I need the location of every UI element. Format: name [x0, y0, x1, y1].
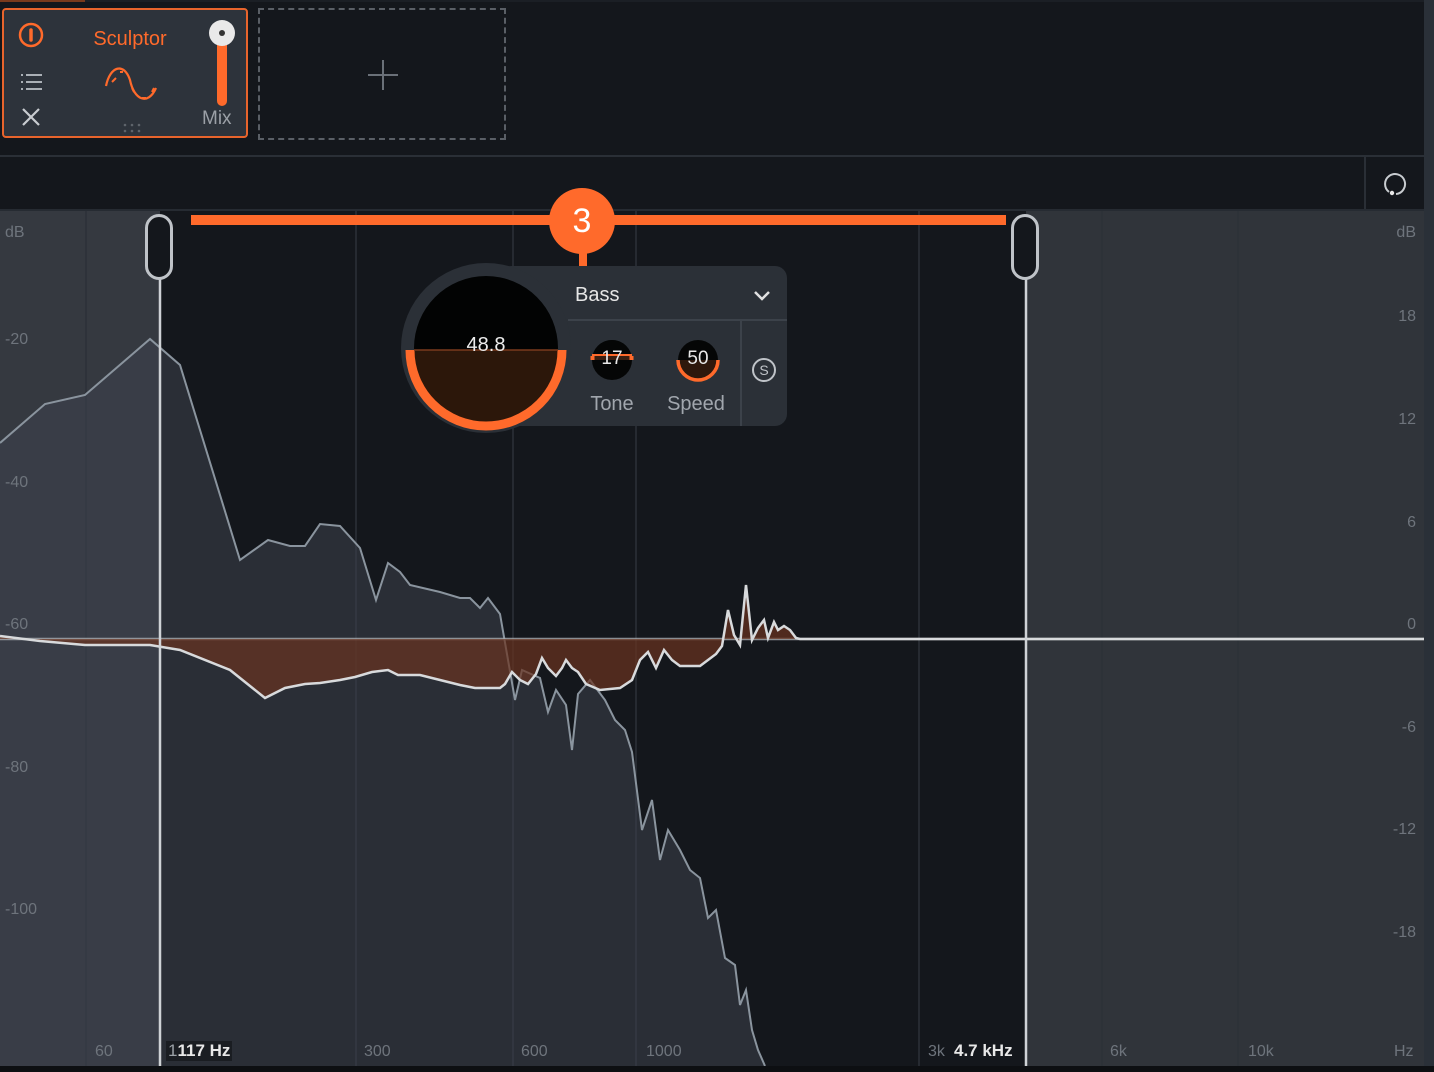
band-type-dropdown[interactable]: Bass [575, 284, 619, 307]
left-axis-tick: -80 [5, 759, 29, 776]
left-axis-tick: -20 [5, 331, 29, 348]
freq-tick: 3k [928, 1043, 945, 1060]
left-axis-tick: -40 [5, 474, 29, 491]
freq-tick: 600 [521, 1043, 548, 1060]
band-low-handle[interactable] [145, 214, 173, 280]
svg-text:S: S [759, 362, 768, 378]
right-axis-tick: 0 [1407, 616, 1416, 633]
mix-label: Mix [202, 108, 232, 129]
speed-knob[interactable]: 50 [676, 338, 720, 382]
band-high-freq-readout: 4.7 kHz [954, 1041, 1013, 1060]
drag-grip-icon[interactable] [121, 122, 143, 134]
analyzer-toolbar [0, 157, 1424, 210]
amount-knob[interactable]: 48.8 [400, 262, 572, 434]
chevron-down-icon[interactable] [752, 288, 772, 302]
right-axis-tick: 18 [1398, 308, 1416, 325]
sculptor-wave-icon [104, 67, 158, 100]
mix-slider-handle[interactable] [209, 20, 235, 46]
band-number-badge[interactable]: 3 [549, 188, 615, 254]
right-axis-tick: 12 [1398, 411, 1416, 428]
scrollbar[interactable] [1424, 0, 1434, 1072]
left-axis-tick: -100 [5, 901, 38, 918]
right-axis-tick: -18 [1392, 924, 1416, 941]
divider [568, 319, 787, 321]
list-icon[interactable] [20, 72, 44, 92]
band-low-freq-value: 117 Hz [177, 1041, 231, 1060]
left-axis-tick: -60 [5, 616, 29, 633]
tone-knob[interactable]: 17 [590, 338, 634, 382]
freq-tick: 60 [95, 1043, 113, 1060]
module-rack: Sculptor Mix [0, 2, 1424, 154]
left-axis-unit: dB [5, 224, 25, 241]
band-low-freq-readout: 1117 Hz [166, 1041, 233, 1061]
refresh-icon[interactable] [1380, 169, 1410, 199]
plus-icon [368, 60, 398, 90]
tone-label: Tone [590, 393, 634, 415]
freq-tick: 6k [1110, 1043, 1127, 1060]
add-module-slot[interactable] [258, 8, 506, 140]
tone-value: 17 [601, 348, 623, 369]
divider [1364, 157, 1366, 210]
freq-tick: 1000 [646, 1043, 682, 1060]
right-axis-tick: -12 [1392, 821, 1416, 838]
right-axis-unit: dB [1396, 224, 1416, 241]
speed-value: 50 [687, 348, 709, 369]
freq-axis-unit: Hz [1394, 1043, 1414, 1060]
divider [740, 321, 742, 426]
sculptor-module[interactable]: Sculptor Mix [2, 8, 248, 138]
amount-value: 48.8 [466, 334, 506, 356]
solo-icon[interactable]: S [751, 357, 777, 383]
bottom-edge [0, 1066, 1434, 1072]
band-high-handle[interactable] [1011, 214, 1039, 280]
close-icon[interactable] [20, 106, 42, 128]
freq-tick: 10k [1248, 1043, 1274, 1060]
right-axis-tick: 6 [1407, 514, 1416, 531]
speed-label: Speed [667, 393, 725, 415]
freq-tick: 300 [364, 1043, 391, 1060]
right-axis-tick: -6 [1401, 719, 1416, 736]
